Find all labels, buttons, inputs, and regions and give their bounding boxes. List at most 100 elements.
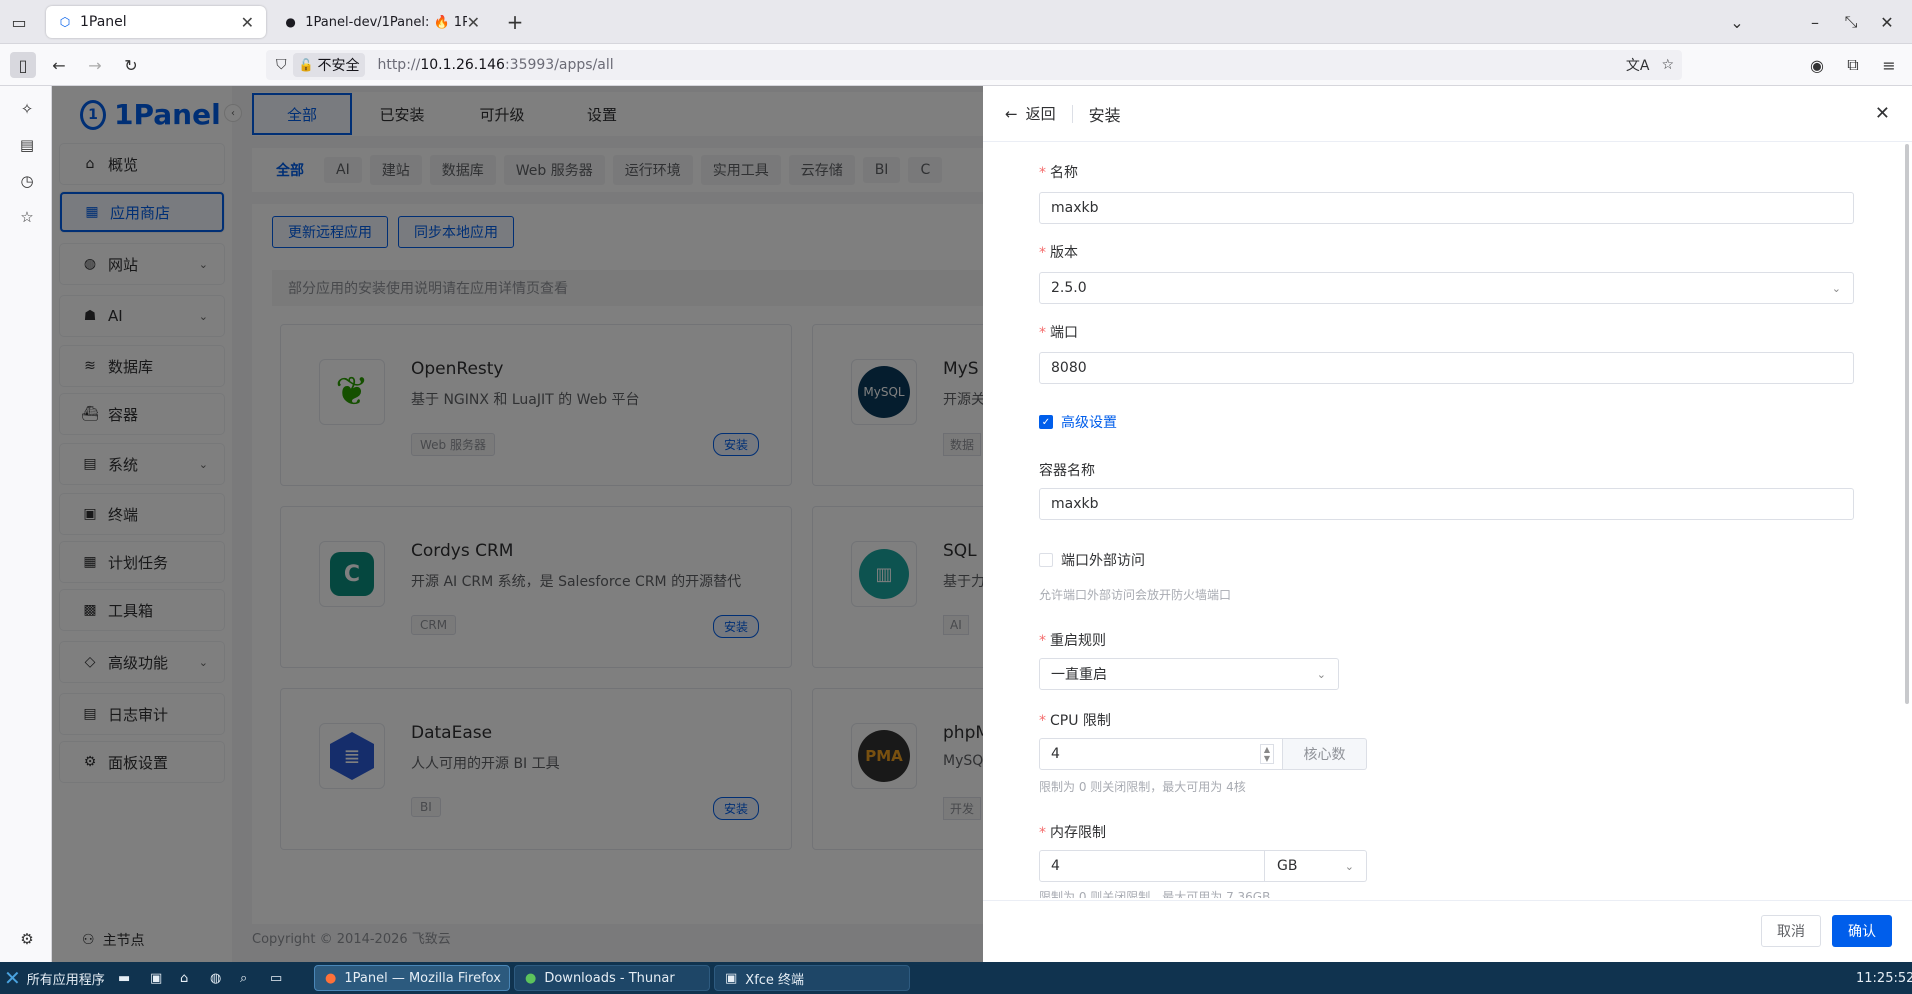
new-tab-button[interactable]: + (502, 9, 528, 35)
home-folder-icon[interactable]: ⌂ (180, 964, 188, 992)
external-hint: 允许端口外部访问会放开防火墙端口 (1039, 588, 1232, 602)
tab-list-icon[interactable]: ▭ (6, 9, 32, 35)
extensions-icon[interactable]: ⧉ (1840, 52, 1866, 78)
browser-nav-bar: ▯ ← → ↻ ⛉ 🔓 不安全 http://10.1.26.146:35993/… (0, 44, 1912, 86)
name-label: * 名称 (1039, 165, 1078, 181)
drawer-scrollbar[interactable] (1905, 144, 1909, 704)
external-access-checkbox[interactable]: 端口外部访问 (1039, 550, 1145, 570)
tab-title: 1Panel (80, 14, 127, 30)
taskbar-window-thunar[interactable]: ● Downloads - Thunar (514, 965, 710, 991)
cpu-limit-input[interactable]: 4 ▲ ▼ (1039, 738, 1283, 770)
close-drawer-icon[interactable]: ✕ (1875, 103, 1890, 124)
tab-1panel[interactable]: ⬡ 1Panel ✕ (46, 6, 266, 38)
advanced-settings-checkbox[interactable]: ✓ 高级设置 (1039, 412, 1117, 432)
container-name-input[interactable]: maxkb (1039, 488, 1854, 520)
menu-icon[interactable]: ≡ (1876, 52, 1902, 78)
version-label: * 版本 (1039, 245, 1078, 261)
restart-value: 一直重启 (1051, 667, 1107, 683)
file-manager-icon[interactable]: ▭ (270, 964, 282, 992)
checkbox-unchecked-icon (1039, 553, 1053, 567)
drawer-footer: 取消 确认 (983, 900, 1912, 962)
github-icon: ● (285, 15, 296, 29)
translate-icon[interactable]: 文A (1626, 55, 1650, 75)
bookmarks-icon[interactable]: ☆ (16, 206, 38, 228)
apps-menu-button[interactable]: ✕ 所有应用程序 (4, 964, 105, 992)
back-arrow-icon[interactable]: ← (46, 52, 72, 78)
back-arrow-icon: ← (1005, 104, 1018, 123)
close-window-icon[interactable]: ✕ (1874, 9, 1900, 35)
modal-overlay[interactable] (52, 86, 983, 962)
chevron-down-icon: ⌄ (1831, 281, 1841, 295)
stepper-icon[interactable]: ▲ ▼ (1259, 744, 1274, 764)
window-title: Xfce 终端 (745, 972, 805, 988)
download-icon: ● (525, 970, 537, 986)
restart-policy-select[interactable]: 一直重启 ⌄ (1039, 658, 1339, 690)
port-label: * 端口 (1039, 325, 1078, 341)
search-icon[interactable]: ⌕ (240, 964, 247, 992)
apps-menu-label: 所有应用程序 (26, 972, 105, 988)
install-drawer: ← 返回 安装 ✕ * 名称 maxkb * 版本 2.5.0 ⌄ * 端口 8080 ✓… (983, 86, 1912, 962)
chevron-down-icon[interactable]: ⌄ (1724, 9, 1750, 35)
taskbar-window-terminal[interactable]: ▣ Xfce 终端 (714, 965, 910, 991)
url-host: 10.1.26.146 (420, 57, 505, 73)
container-name-label: 容器名称 (1039, 463, 1095, 479)
cpu-hint: 限制为 0 则关闭限制，最大可用为 4核 (1039, 780, 1246, 794)
url-rest: :35993/apps/all (504, 57, 614, 73)
firefox-icon: ● (325, 970, 337, 986)
checkbox-checked-icon: ✓ (1039, 415, 1053, 429)
shield-icon: ⛉ (276, 57, 287, 73)
terminal-launcher-icon[interactable]: ▣ (150, 964, 162, 992)
sidebar-settings-icon[interactable]: ⚙ (16, 928, 38, 950)
ai-sparkle-icon[interactable]: ✧ (16, 98, 38, 120)
window-title: Downloads - Thunar (544, 970, 675, 986)
drawer-header: ← 返回 安装 ✕ (983, 86, 1912, 142)
synced-tabs-icon[interactable]: ▤ (16, 134, 38, 156)
insecure-label: 不安全 (317, 58, 360, 74)
version-select[interactable]: 2.5.0 ⌄ (1039, 272, 1854, 304)
restart-label: * 重启规则 (1039, 633, 1106, 649)
cpu-label: * CPU 限制 (1039, 713, 1111, 729)
drawer-title: 安装 (1088, 105, 1121, 125)
browser-launcher-icon[interactable]: ◍ (210, 964, 221, 992)
firefox-sidebar: ✧ ▤ ◷ ☆ ⚙ (0, 86, 52, 962)
memory-hint: 限制为 0 则关闭限制，最大可用为 7.36GB (1039, 890, 1271, 898)
cancel-button[interactable]: 取消 (1761, 915, 1821, 947)
back-label: 返回 (1025, 105, 1056, 123)
insecure-badge[interactable]: 🔓 不安全 (292, 53, 366, 77)
reload-icon[interactable]: ↻ (118, 52, 144, 78)
close-tab-icon[interactable]: ✕ (467, 13, 480, 32)
browser-tab-bar: ▭ ⬡ 1Panel ✕ ● 1Panel-dev/1Panel: 🔥 1Pan… (0, 0, 1912, 44)
minimize-icon[interactable]: – (1802, 9, 1828, 35)
restore-icon[interactable]: ⤡ (1838, 9, 1864, 35)
lock-slash-icon: 🔓 (298, 58, 314, 72)
advanced-label: 高级设置 (1061, 415, 1117, 431)
bookmark-star-icon[interactable]: ☆ (1661, 57, 1674, 73)
name-input[interactable]: maxkb (1039, 192, 1854, 224)
memory-unit-select[interactable]: GB ⌄ (1265, 850, 1367, 882)
back-button[interactable]: ← 返回 (1005, 104, 1073, 123)
terminal-icon: ▣ (725, 970, 738, 986)
port-input[interactable]: 8080 (1039, 352, 1854, 384)
account-icon[interactable]: ◉ (1804, 52, 1830, 78)
cpu-value: 4 (1051, 746, 1060, 762)
confirm-button[interactable]: 确认 (1832, 915, 1892, 947)
tab-github[interactable]: ● 1Panel-dev/1Panel: 🔥 1Pan ✕ (272, 6, 492, 38)
url-prefix: http:// (377, 57, 421, 73)
chevron-down-icon: ⌄ (1344, 859, 1354, 873)
history-icon[interactable]: ◷ (16, 170, 38, 192)
memory-label: * 内存限制 (1039, 825, 1106, 841)
memory-unit-value: GB (1277, 858, 1298, 874)
tab-title: 1Panel-dev/1Panel: 🔥 1Pan (305, 14, 467, 30)
url-bar[interactable]: ⛉ 🔓 不安全 http://10.1.26.146:35993/apps/all… (266, 50, 1682, 80)
show-desktop-icon[interactable]: ▬ (118, 964, 130, 992)
taskbar-window-firefox[interactable]: ● 1Panel — Mozilla Firefox (314, 965, 510, 991)
forward-arrow-icon[interactable]: → (82, 52, 108, 78)
close-tab-icon[interactable]: ✕ (241, 13, 254, 32)
sidebar-toggle-icon[interactable]: ▯ (10, 52, 36, 78)
shield-favicon-icon: ⬡ (59, 15, 71, 29)
version-value: 2.5.0 (1051, 280, 1087, 296)
taskbar: ✕ 所有应用程序 ▬ ▣ ⌂ ◍ ⌕ ▭ ● 1Panel — Mozilla Fi… (0, 962, 1912, 994)
external-label: 端口外部访问 (1061, 553, 1145, 569)
window-title: 1Panel — Mozilla Firefox (344, 970, 501, 986)
memory-limit-input[interactable]: 4 (1039, 850, 1265, 882)
